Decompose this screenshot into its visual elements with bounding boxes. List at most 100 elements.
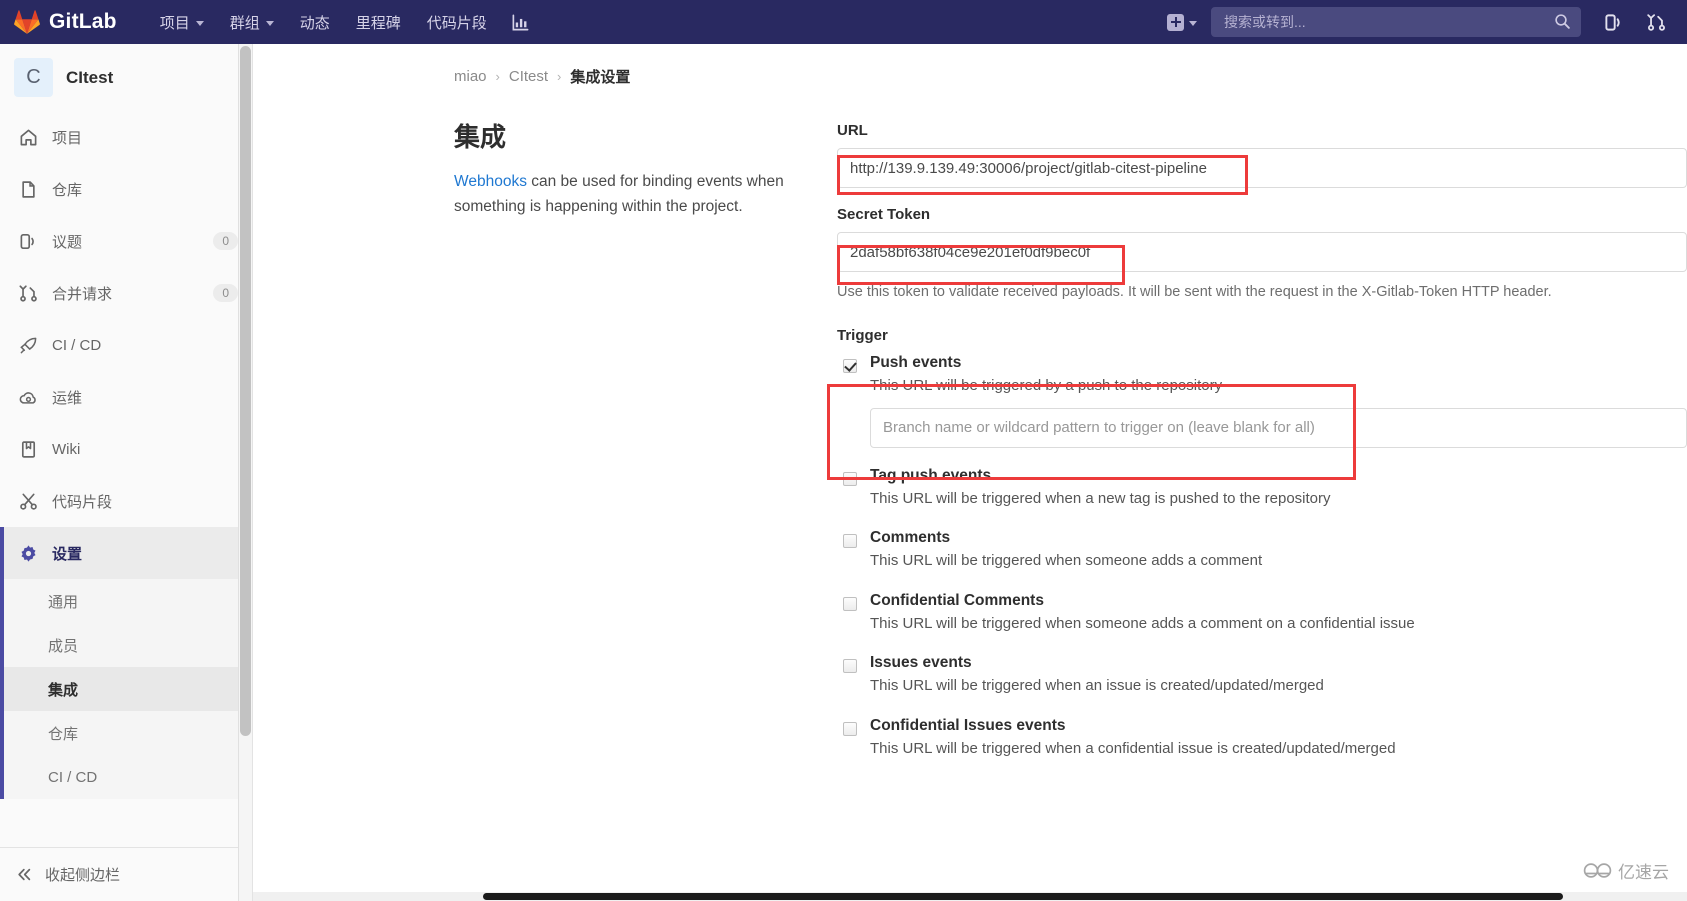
sidebar-item-settings[interactable]: 设置 [0,527,252,579]
page-description: Webhooks can be used for binding events … [454,169,807,219]
comments-checkbox[interactable] [843,534,857,549]
secret-token-input[interactable] [837,232,1687,272]
comments-desc: This URL will be triggered when someone … [870,552,1263,570]
horizontal-scroll-thumb[interactable] [483,893,1563,900]
nav-link-projects[interactable]: 项目 [147,3,217,42]
branch-filter-wrap [870,407,1687,448]
event-row-confidential-comments: Confidential Comments This URL will be t… [837,592,1687,636]
sidebar-item-repository[interactable]: 仓库 [0,163,252,215]
breadcrumb-item-project[interactable]: CItest [509,68,548,85]
issues-events-checkbox[interactable] [843,659,857,674]
sidebar-item-issues-label: 议题 [52,233,83,251]
sidebar-item-operations[interactable]: 运维 [0,371,252,423]
sidebar-project-header[interactable]: C CItest [0,44,252,111]
chevron-double-left-icon [18,868,31,881]
sidebar-item-operations-label: 运维 [52,389,83,407]
project-avatar: C [14,58,53,97]
sidebar-subitem-repository[interactable]: 仓库 [0,711,252,755]
breadcrumb-item-group[interactable]: miao [454,68,487,85]
sidebar-subitem-general[interactable]: 通用 [0,579,252,623]
sidebar-item-issues-badge: 0 [213,232,238,250]
global-search [1211,7,1581,37]
sidebar-item-repository-label: 仓库 [52,181,83,199]
breadcrumb-separator: › [495,69,500,84]
horizontal-scrollbar[interactable] [253,892,1687,901]
webhook-form: URL Secret Token Use this token to valid… [837,122,1687,779]
nav-link-snippets[interactable]: 代码片段 [414,3,500,42]
event-row-push-events: Push events This URL will be triggered b… [837,354,1687,448]
sidebar-item-project-label: 项目 [52,129,83,147]
confidential-issues-events-checkbox[interactable] [843,721,857,736]
project-name: CItest [66,67,114,87]
chevron-down-icon [195,20,204,26]
confidential-comments-checkbox[interactable] [843,596,857,611]
gear-icon [18,543,38,563]
issues-events-title: Issues events [870,654,972,672]
sidebar-nav-list: 项目 仓库 议题 0 合并请求 0 CI / CD 运维 Wiki 代码片段 设… [0,111,252,847]
gitlab-home-link[interactable]: GitLab [14,9,117,35]
tag-push-events-body: Tag push events This URL will be trigger… [870,467,1687,511]
navbar-issues-button[interactable] [1593,6,1634,39]
nav-analytics-button[interactable] [500,4,541,41]
sidebar-scrollbar[interactable] [238,44,252,901]
sidebar-item-wiki[interactable]: Wiki [0,423,252,475]
event-row-comments: Comments This URL will be triggered when… [837,529,1687,573]
sidebar-subitem-ci-cd[interactable]: CI / CD [0,755,252,799]
nav-link-groups[interactable]: 群组 [217,3,287,42]
confidential-comments-body: Confidential Comments This URL will be t… [870,592,1687,636]
page-title: 集成 [454,122,507,152]
nav-link-projects-label: 项目 [159,14,190,32]
nav-link-snippets-label: 代码片段 [426,14,487,32]
sidebar-settings-submenu: 通用 成员 集成 仓库 CI / CD [0,579,252,799]
sidebar-item-merge-requests-label: 合并请求 [52,285,113,303]
push-events-checkbox[interactable] [843,359,857,374]
sidebar-collapse-button[interactable]: 收起侧边栏 [0,847,252,901]
sidebar-subitem-integrations[interactable]: 集成 [0,667,252,711]
search-icon[interactable] [1554,13,1571,30]
sidebar-scroll-thumb[interactable] [240,46,251,736]
sidebar-item-merge-requests[interactable]: 合并请求 0 [0,267,252,319]
sidebar-item-issues[interactable]: 议题 0 [0,215,252,267]
home-icon [18,127,38,147]
sidebar-item-ci-cd-label: CI / CD [52,336,102,354]
gitlab-brand-text: GitLab [49,10,117,33]
confidential-comments-desc: This URL will be triggered when someone … [870,614,1415,632]
confidential-comments-title: Confidential Comments [870,591,1044,609]
nav-link-groups-label: 群组 [229,14,260,32]
merge-request-icon [1647,13,1665,31]
sidebar-subitem-members[interactable]: 成员 [0,623,252,667]
sidebar-item-merge-requests-badge: 0 [213,284,238,302]
confidential-issues-events-body: Confidential Issues events This URL will… [870,717,1687,761]
watermark-logo-icon [1583,863,1612,878]
app-root: GitLab 项目 群组 动态 里程碑 代码片段 搜索或转到... C CIte… [0,0,1687,901]
rocket-icon [18,335,38,355]
webhooks-doc-link[interactable]: Webhooks [454,173,527,190]
confidential-issues-events-title: Confidential Issues events [870,716,1066,734]
nav-link-activity-label: 动态 [299,14,330,32]
tag-push-events-desc: This URL will be triggered when a new ta… [870,489,1331,507]
sidebar-subitem-members-label: 成员 [48,637,79,655]
issues-icon [18,231,38,251]
issues-events-desc: This URL will be triggered when an issue… [870,677,1324,695]
breadcrumb-current: 集成设置 [570,69,631,86]
tag-push-events-checkbox[interactable] [843,471,857,486]
scissors-icon [18,491,38,511]
nav-link-milestones[interactable]: 里程碑 [343,3,414,42]
cloud-gear-icon [18,387,38,407]
watermark: 亿速云 [1583,858,1669,883]
bar-chart-icon [512,14,529,30]
navbar-merge-requests-button[interactable] [1636,6,1677,39]
new-item-button[interactable] [1161,8,1203,37]
search-input[interactable] [1211,7,1581,37]
branch-filter-input[interactable] [870,407,1687,448]
sidebar-item-ci-cd[interactable]: CI / CD [0,319,252,371]
merge-request-icon [18,283,38,303]
url-input[interactable] [837,148,1687,188]
plus-square-icon [1167,13,1184,31]
secret-token-label: Secret Token [837,206,931,223]
nav-link-activity[interactable]: 动态 [287,3,343,42]
sidebar-item-snippets[interactable]: 代码片段 [0,475,252,527]
event-row-issues-events: Issues events This URL will be triggered… [837,654,1687,698]
sidebar-item-project[interactable]: 项目 [0,111,252,163]
sidebar-collapse-label: 收起侧边栏 [45,867,121,884]
